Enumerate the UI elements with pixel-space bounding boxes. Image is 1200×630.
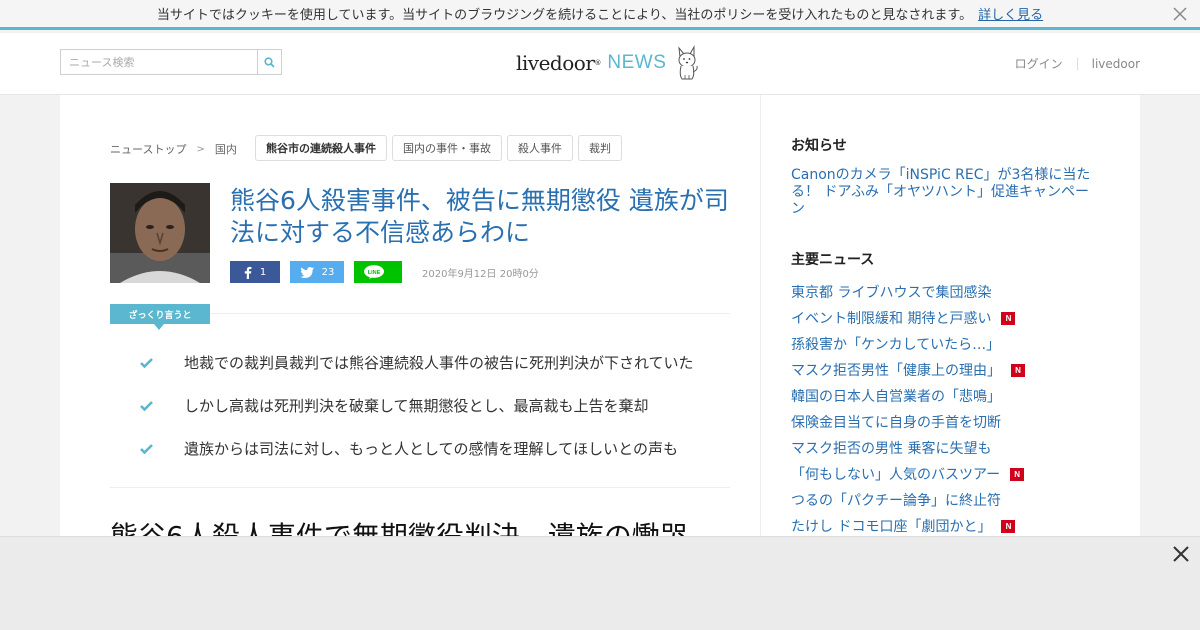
notice-campaign-link[interactable]: Canonのカメラ「iNSPiC REC」が3名様に当たる！ ドアふみ「オヤツハ…: [791, 167, 1101, 218]
summary-list: 地裁での裁判員裁判では熊谷連続殺人事件の被告に死刑判決が下されていた しかし高裁…: [140, 341, 694, 470]
summary-text: 遺族からは司法に対し、もっと人としての感情を理解してほしいとの声も: [184, 440, 678, 458]
share-row: 1 23 LINE 2020年9月12日 20時0分: [230, 261, 539, 283]
twitter-share-count: 23: [321, 266, 335, 278]
news-item[interactable]: 保険金目当てに自身の手首を切断: [791, 409, 1025, 435]
logo-livedoor-text: livedoor: [516, 51, 595, 75]
site-header: livedoor® NEWS ログイン livedoor: [0, 33, 1200, 95]
new-badge: N: [1001, 311, 1016, 325]
suspect-photo-image: [110, 183, 210, 283]
checkmark-icon: [140, 397, 184, 415]
news-item-text: たけし ドコモ口座「劇団かと」: [791, 519, 992, 535]
summary-item: しかし高裁は死刑判決を破棄して無期懲役とし、最高裁も上告を棄却: [140, 384, 694, 427]
summary-text: 地裁での裁判員裁判では熊谷連続殺人事件の被告に死刑判決が下されていた: [184, 354, 694, 372]
twitter-icon: [299, 266, 314, 278]
notice-heading: お知らせ: [791, 138, 847, 154]
facebook-share-count: 1: [259, 266, 267, 278]
article-title: 熊谷6人殺害事件、被告に無期懲役 遺族が司法に対する不信感あらわに: [230, 186, 729, 247]
tag-kumagaya-murders[interactable]: 熊谷市の連続殺人事件: [255, 135, 387, 161]
summary-text: しかし高裁は死刑判決を破棄して無期懲役とし、最高裁も上告を棄却: [184, 397, 649, 415]
tag-murder-cases[interactable]: 殺人事件: [507, 135, 573, 161]
line-icon: LINE: [364, 265, 384, 279]
cookie-text: 当サイトではクッキーを使用しています。当サイトのブラウジングを続けることにより、…: [156, 8, 973, 23]
checkmark-icon: [140, 354, 184, 372]
header-links: ログイン livedoor: [1015, 55, 1140, 72]
tag-trial[interactable]: 裁判: [578, 135, 622, 161]
bottom-ad-overlay: [0, 536, 1200, 630]
main-news-list: 東京都 ライブハウスで集団感染 イベント制限緩和 期待と戸惑い N 孫殺害か「ケン…: [791, 279, 1025, 536]
new-badge: N: [1001, 519, 1016, 533]
summary-item: 遺族からは司法に対し、もっと人としての感情を理解してほしいとの声も: [140, 427, 694, 470]
breadcrumb: ニューストップ > 国内: [110, 141, 237, 157]
search-icon: [264, 56, 275, 68]
news-item-text: マスク拒否の男性 乗客に失望も: [791, 441, 992, 457]
summary-item: 地裁での裁判員裁判では熊谷連続殺人事件の被告に死刑判決が下されていた: [140, 341, 694, 384]
news-item-text: 韓国の日本人自営業者の「悲鳴」: [791, 389, 1001, 405]
breadcrumb-domestic[interactable]: 国内: [215, 141, 237, 157]
new-badge: N: [1010, 467, 1025, 481]
logo-registered-mark: ®: [594, 59, 602, 67]
news-item-text: マスク拒否男性「健康上の理由」: [791, 363, 1001, 379]
topic-tags: 熊谷市の連続殺人事件 国内の事件・事故 殺人事件 裁判: [255, 135, 627, 161]
news-item[interactable]: 「何もしない」人気のバスツアー N: [791, 461, 1025, 487]
site-logo[interactable]: livedoor ® NEWS: [516, 45, 700, 81]
news-item-text: 「何もしない」人気のバスツアー: [791, 467, 1001, 483]
summary-label: ざっくり言うと: [110, 304, 210, 330]
livedoor-link[interactable]: livedoor: [1092, 57, 1140, 71]
search-button[interactable]: [257, 50, 281, 74]
news-item-text: 保険金目当てに自身の手首を切断: [791, 415, 1001, 431]
summary-divider: [210, 313, 730, 314]
facebook-share-button[interactable]: 1: [230, 261, 280, 283]
news-item[interactable]: 東京都 ライブハウスで集団感染: [791, 279, 1025, 305]
login-link[interactable]: ログイン: [1015, 55, 1063, 72]
search-box: [60, 49, 282, 75]
article-thumbnail[interactable]: [110, 183, 210, 283]
tag-domestic-incidents[interactable]: 国内の事件・事故: [392, 135, 502, 161]
article-main: ニューストップ > 国内 熊谷市の連続殺人事件 国内の事件・事故 殺人事件 裁判…: [60, 95, 760, 536]
cookie-learn-more-link[interactable]: 詳しく見る: [978, 4, 1043, 23]
breadcrumb-news-top[interactable]: ニューストップ: [110, 141, 186, 157]
news-item-text: つるの「パクチー論争」に終止符: [791, 493, 1001, 509]
chevron-right-icon: >: [196, 143, 205, 155]
close-icon[interactable]: [1172, 6, 1188, 22]
close-icon[interactable]: [1172, 545, 1190, 563]
news-item-text: 孫殺害か「ケンカしていたら…」: [791, 337, 1001, 353]
content-divider: [110, 487, 730, 488]
twitter-share-button[interactable]: 23: [290, 261, 344, 283]
news-item[interactable]: たけし ドコモ口座「劇団かと」 N: [791, 513, 1025, 536]
news-item[interactable]: つるの「パクチー論争」に終止符: [791, 487, 1025, 513]
line-share-button[interactable]: LINE: [354, 261, 402, 283]
publish-date: 2020年9月12日 20時0分: [422, 268, 539, 280]
facebook-icon: [244, 266, 252, 279]
dog-mascot-icon: [678, 45, 699, 80]
search-input[interactable]: [61, 50, 257, 74]
news-item[interactable]: 韓国の日本人自営業者の「悲鳴」: [791, 383, 1025, 409]
sidebar: お知らせ Canonのカメラ「iNSPiC REC」が3名様に当たる！ ドアふみ…: [760, 95, 1140, 536]
main-news-heading: 主要ニュース: [791, 252, 875, 268]
cookie-banner: 当サイトではクッキーを使用しています。当サイトのブラウジングを続けることにより、…: [0, 0, 1200, 30]
news-item[interactable]: マスク拒否男性「健康上の理由」 N: [791, 357, 1025, 383]
news-item[interactable]: イベント制限緩和 期待と戸惑い N: [791, 305, 1025, 331]
logo-news-text: NEWS: [607, 52, 667, 73]
divider: [1076, 57, 1078, 70]
news-item-text: 東京都 ライブハウスで集団感染: [791, 285, 992, 301]
new-badge: N: [1011, 363, 1025, 377]
article-subheadline: 熊谷6人殺人事件で無期懲役判決 遺族の慟哭: [110, 515, 688, 536]
news-item-text: イベント制限緩和 期待と戸惑い: [791, 311, 992, 327]
news-item[interactable]: 孫殺害か「ケンカしていたら…」: [791, 331, 1025, 357]
svg-text:LINE: LINE: [368, 270, 381, 276]
checkmark-icon: [140, 440, 184, 458]
news-item[interactable]: マスク拒否の男性 乗客に失望も: [791, 435, 1025, 461]
